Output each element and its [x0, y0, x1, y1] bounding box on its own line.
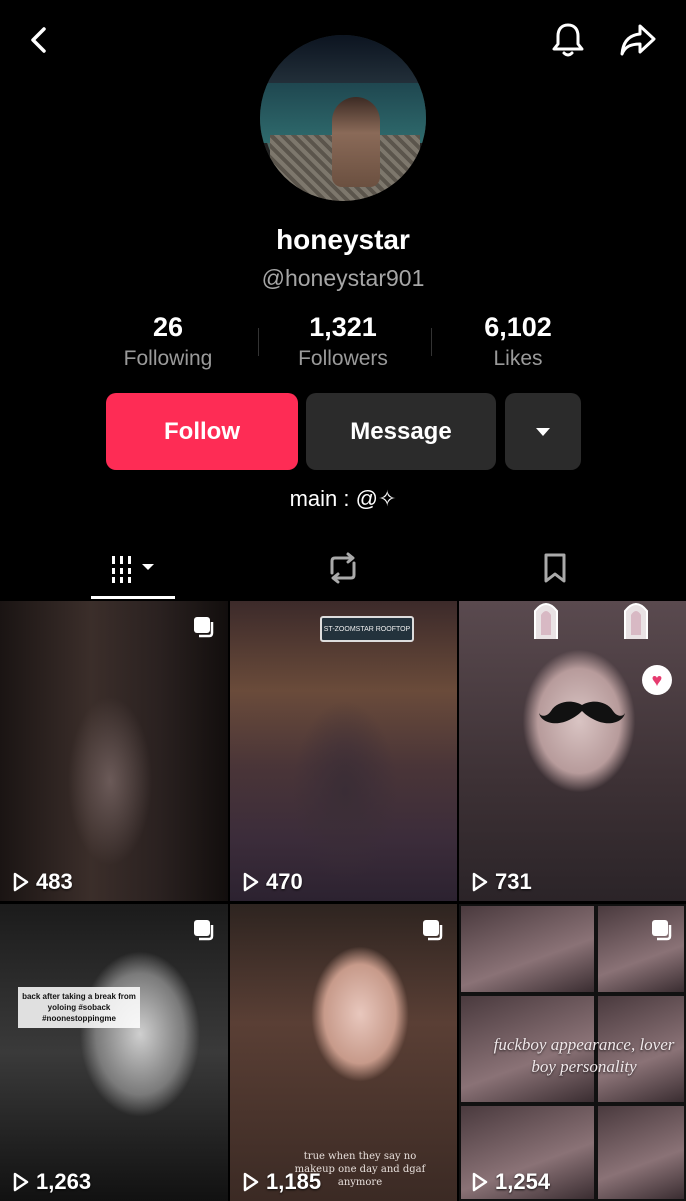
multi-clip-icon	[423, 920, 443, 941]
play-icon	[472, 872, 488, 892]
multi-clip-icon	[652, 920, 672, 941]
more-options-button[interactable]	[505, 393, 581, 470]
play-icon	[243, 872, 259, 892]
video-tile[interactable]: back after taking a break from yoloing #…	[0, 904, 228, 1201]
tab-reposts[interactable]	[300, 540, 386, 596]
view-count-text: 1,254	[495, 1169, 551, 1194]
message-button[interactable]: Message	[306, 393, 496, 470]
following-label: Following	[123, 347, 213, 370]
bell-icon	[552, 23, 584, 57]
profile-stats: 26 Following 1,321 Followers 6,102 Likes	[0, 312, 686, 382]
repost-icon	[330, 552, 356, 584]
bunny-ear-icon	[534, 603, 558, 639]
view-count-text: 483	[36, 869, 73, 894]
tab-saved[interactable]	[512, 540, 598, 596]
view-count-text: 470	[266, 869, 303, 894]
view-count: 483	[12, 869, 73, 895]
notification-button[interactable]	[546, 18, 590, 62]
neon-sign: ST-ZOOMSTAR ROOFTOP	[320, 616, 414, 642]
video-tile[interactable]: 483	[0, 601, 228, 901]
chevron-left-icon	[31, 27, 46, 53]
stat-likes[interactable]: 6,102 Likes	[428, 312, 608, 371]
share-button[interactable]	[614, 18, 662, 62]
video-tile[interactable]: true when they say no makeup one day and…	[230, 904, 457, 1201]
followers-label: Followers	[298, 347, 388, 370]
stat-following[interactable]: 26 Following	[78, 312, 258, 371]
profile-tabs	[0, 540, 686, 602]
followers-count: 1,321	[309, 312, 377, 342]
stat-divider	[431, 328, 432, 356]
stat-followers[interactable]: 1,321 Followers	[253, 312, 433, 371]
view-count: 470	[242, 869, 303, 895]
profile-bio: main : @✧	[289, 486, 397, 511]
caret-down-icon	[536, 427, 550, 436]
bookmark-icon	[544, 553, 566, 583]
play-icon	[13, 1172, 29, 1192]
likes-count: 6,102	[484, 312, 552, 342]
share-arrow-icon	[620, 24, 656, 56]
play-icon	[472, 1172, 488, 1192]
video-caption: fuckboy appearance, lover boy personalit…	[493, 1035, 675, 1076]
view-count-text: 1,185	[266, 1169, 322, 1194]
view-count: 1,254	[471, 1169, 550, 1195]
bunny-ear-icon	[624, 603, 648, 639]
stat-divider	[258, 328, 259, 356]
multi-clip-icon	[194, 920, 214, 941]
grid-icon	[112, 556, 154, 583]
video-tile[interactable]: fuckboy appearance, lover boy personalit…	[459, 904, 686, 1201]
video-grid: 483 ST-ZOOMSTAR ROOFTOP 470 ♥ 731 back a…	[0, 601, 686, 1201]
play-icon	[13, 872, 29, 892]
view-count: 1,263	[12, 1169, 91, 1195]
multi-clip-icon	[194, 617, 214, 638]
view-count: 1,185	[242, 1169, 321, 1195]
view-count-text: 1,263	[36, 1169, 92, 1194]
following-count: 26	[152, 312, 184, 342]
username: @honeystar901	[261, 265, 425, 291]
view-count-text: 731	[495, 869, 532, 894]
view-count: 731	[471, 869, 532, 895]
heart-icon: ♥	[642, 665, 672, 695]
play-icon	[243, 1172, 259, 1192]
video-tile[interactable]: ST-ZOOMSTAR ROOFTOP 470	[230, 601, 457, 901]
profile-avatar[interactable]	[260, 35, 426, 201]
video-caption: back after taking a break from yoloing #…	[18, 987, 140, 1028]
tab-selected-indicator	[91, 596, 175, 599]
display-name: honeystar	[276, 224, 410, 255]
mustache-icon	[539, 701, 625, 724]
back-button[interactable]	[18, 18, 62, 62]
tab-videos[interactable]	[90, 540, 176, 596]
follow-button[interactable]: Follow	[106, 393, 298, 470]
video-tile[interactable]: ♥ 731	[459, 601, 686, 901]
likes-label: Likes	[493, 347, 543, 370]
